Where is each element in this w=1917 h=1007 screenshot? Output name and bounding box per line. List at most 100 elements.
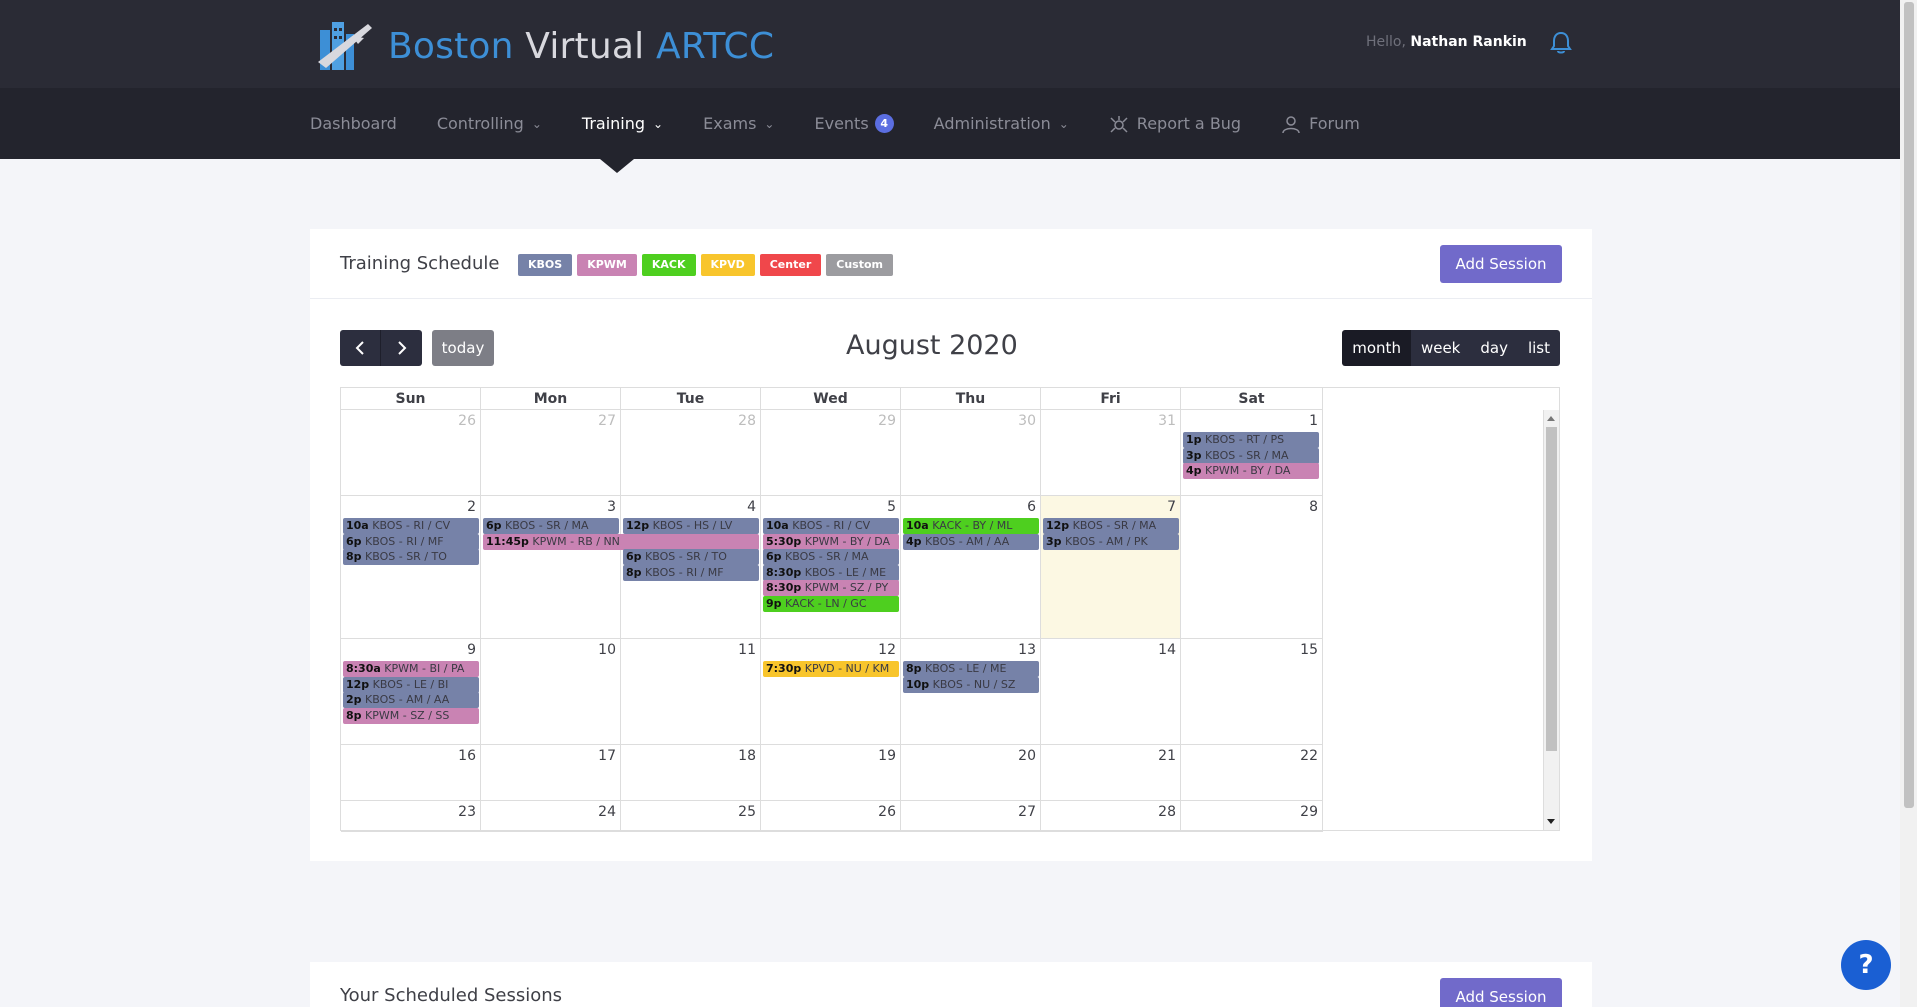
calendar-day[interactable]: 18 [621,745,761,801]
calendar-event[interactable]: 6p KBOS - SR / MA [483,518,619,534]
calendar-event[interactable]: 6p KBOS - SR / MA [763,549,899,565]
nav-training[interactable]: Training ⌄ [582,114,663,133]
calendar-event[interactable]: 8:30p KBOS - LE / ME [763,564,899,581]
calendar-event[interactable]: 7:30p KPVD - NU / KM [763,661,899,677]
calendar-day[interactable]: 8 [1181,496,1323,639]
calendar-event[interactable]: 8p KBOS - SR / TO [343,549,479,565]
calendar-day[interactable]: 31 [1041,410,1181,496]
calendar-day[interactable]: 21 [1041,745,1181,801]
calendar-day[interactable]: 12 [761,639,901,745]
calendar-event[interactable]: 6p KBOS - RI / MF [343,533,479,550]
day-number[interactable]: 2 [467,499,476,515]
nav-exams[interactable]: Exams ⌄ [703,114,774,133]
calendar-event[interactable]: 1p KBOS - RT / PS [1183,432,1319,448]
nav-events[interactable]: Events 4 [814,114,894,133]
day-number[interactable]: 3 [607,499,616,515]
view-list-button[interactable]: list [1517,330,1560,366]
view-week-button[interactable]: week [1410,330,1471,366]
calendar-event[interactable]: 9p KACK - LN / GC [763,595,899,612]
nav-controlling[interactable]: Controlling ⌄ [437,114,542,133]
calendar-event[interactable]: 8p KPWM - SZ / SS [343,707,479,724]
view-day-button[interactable]: day [1470,330,1518,366]
day-number[interactable]: 28 [1158,804,1176,820]
day-number[interactable]: 31 [1158,413,1176,429]
nav-dashboard[interactable]: Dashboard [310,114,397,133]
scroll-up-arrow-icon[interactable] [1547,416,1555,421]
add-session-button[interactable]: Add Session [1440,245,1562,283]
day-number[interactable]: 7 [1167,499,1176,515]
calendar-day[interactable]: 29 [1181,801,1323,832]
calendar-event[interactable]: 12p KBOS - SR / MA [1043,518,1179,534]
day-number[interactable]: 29 [878,413,896,429]
calendar-event[interactable]: 2p KBOS - AM / AA [343,692,479,708]
calendar-event[interactable]: 3p KBOS - SR / MA [1183,447,1319,464]
day-number[interactable]: 11 [738,642,756,658]
calendar-day[interactable]: 30 [901,410,1041,496]
calendar-day[interactable]: 23 [341,801,481,832]
day-number[interactable]: 4 [747,499,756,515]
day-number[interactable]: 8 [1309,499,1318,515]
day-number[interactable]: 19 [878,748,896,764]
calendar-event[interactable]: 8p KBOS - RI / MF [623,564,759,581]
calendar-day[interactable]: 24 [481,801,621,832]
day-number[interactable]: 26 [878,804,896,820]
calendar-day[interactable]: 26 [761,801,901,832]
page-scroll-thumb[interactable] [1904,2,1914,808]
page-scrollbar[interactable] [1900,0,1917,1007]
calendar-event[interactable]: 5:30p KPWM - BY / DA [763,533,899,550]
calendar-event[interactable]: 12p KBOS - LE / BI [343,676,479,693]
day-number[interactable]: 1 [1309,413,1318,429]
calendar-event[interactable]: 4p KPWM - BY / DA [1183,463,1319,479]
calendar-day[interactable]: 25 [621,801,761,832]
calendar-day[interactable]: 11 [621,639,761,745]
calendar-day[interactable]: 26 [341,410,481,496]
calendar-day[interactable]: 10 [481,639,621,745]
day-number[interactable]: 14 [1158,642,1176,658]
day-number[interactable]: 20 [1018,748,1036,764]
day-number[interactable]: 18 [738,748,756,764]
day-number[interactable]: 27 [1018,804,1036,820]
calendar-event[interactable]: 10p KBOS - NU / SZ [903,676,1039,693]
nav-forum[interactable]: Forum [1281,114,1360,134]
calendar-day[interactable]: 15 [1181,639,1323,745]
calendar-scrollbar[interactable] [1543,410,1559,830]
day-number[interactable]: 27 [598,413,616,429]
calendar-day[interactable]: 17 [481,745,621,801]
day-number[interactable]: 5 [887,499,896,515]
calendar-event[interactable]: 8p KBOS - LE / ME [903,661,1039,677]
calendar-event[interactable]: 10a KBOS - RI / CV [343,518,479,534]
calendar-day[interactable]: 29 [761,410,901,496]
today-button[interactable]: today [432,330,494,366]
day-number[interactable]: 15 [1300,642,1318,658]
calendar-day[interactable]: 22 [1181,745,1323,801]
day-number[interactable]: 25 [738,804,756,820]
scroll-down-arrow-icon[interactable] [1547,819,1555,824]
calendar-event[interactable]: 10a KACK - BY / ML [903,518,1039,534]
calendar-event[interactable]: 6p KBOS - SR / TO [623,549,759,565]
day-number[interactable]: 23 [458,804,476,820]
calendar-event[interactable]: 8:30a KPWM - BI / PA [343,661,479,677]
calendar-day[interactable]: 27 [901,801,1041,832]
site-logo[interactable]: Boston Virtual ARTCC [312,18,774,74]
day-number[interactable]: 28 [738,413,756,429]
day-number[interactable]: 21 [1158,748,1176,764]
calendar-day[interactable]: 28 [621,410,761,496]
day-number[interactable]: 24 [598,804,616,820]
day-number[interactable]: 10 [598,642,616,658]
calendar-day[interactable]: 28 [1041,801,1181,832]
day-number[interactable]: 26 [458,413,476,429]
next-month-button[interactable] [381,330,422,366]
calendar-day[interactable]: 16 [341,745,481,801]
calendar-event[interactable]: 11:45p KPWM - RB / NN [483,533,759,550]
day-number[interactable]: 13 [1018,642,1036,658]
day-number[interactable]: 9 [467,642,476,658]
calendar-day[interactable]: 14 [1041,639,1181,745]
scroll-thumb[interactable] [1546,427,1557,751]
nav-report-bug[interactable]: Report a Bug [1109,114,1241,134]
calendar-day[interactable]: 27 [481,410,621,496]
calendar-event[interactable]: 12p KBOS - HS / LV [623,518,759,534]
prev-month-button[interactable] [340,330,381,366]
bell-icon[interactable] [1550,31,1572,59]
day-number[interactable]: 17 [598,748,616,764]
view-month-button[interactable]: month [1342,330,1411,366]
